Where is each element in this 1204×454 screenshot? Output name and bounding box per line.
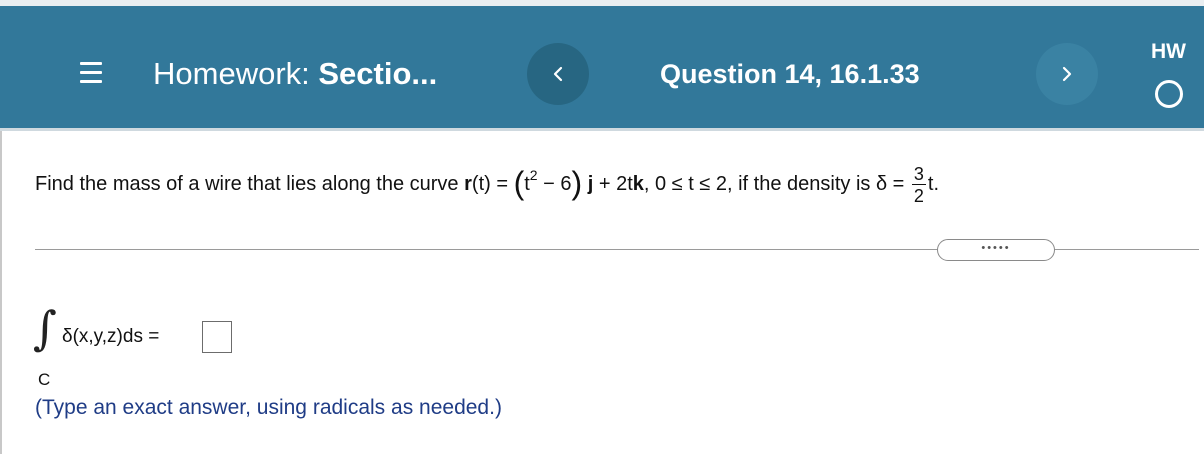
- question-segment: r: [464, 173, 472, 195]
- question-statement: Find the mass of a wire that lies along …: [35, 165, 910, 201]
- answer-hint: (Type an exact answer, using radicals as…: [35, 396, 502, 419]
- homework-title-section: Sectio...: [318, 56, 438, 91]
- more-dots: •••••: [981, 241, 1011, 254]
- integral-lower-limit: C: [38, 370, 51, 389]
- header-bar: Homework: Sectio... Question 14, 16.1.33…: [0, 6, 1204, 128]
- question-segment: − 6: [537, 173, 572, 195]
- density-suffix: t.: [927, 173, 940, 195]
- question-segment: Find the mass of a wire that lies along …: [35, 173, 465, 195]
- left-border: [0, 131, 2, 454]
- question-segment: t: [524, 173, 530, 195]
- hw-progress-circle-icon[interactable]: [1155, 80, 1183, 108]
- density-fraction: 32: [911, 164, 926, 206]
- integrand-label: δ(x,y,z)ds =: [62, 326, 160, 347]
- header-divider: [0, 128, 1204, 131]
- show-more-button[interactable]: •••••: [937, 239, 1055, 261]
- answer-input-box[interactable]: [202, 321, 232, 353]
- density-numerator: 3: [911, 164, 926, 185]
- previous-question-button[interactable]: [527, 43, 589, 105]
- hw-score-label[interactable]: HW: [1151, 40, 1186, 64]
- question-segment: 2: [529, 167, 538, 183]
- chevron-left-icon: [553, 66, 563, 82]
- next-question-button[interactable]: [1036, 43, 1098, 105]
- menu-icon[interactable]: [80, 61, 104, 85]
- chevron-right-icon: [1062, 66, 1072, 82]
- question-segment: k: [632, 173, 644, 195]
- question-text: Find the mass of a wire that lies along …: [35, 165, 939, 205]
- question-segment: (: [513, 165, 525, 201]
- integral-sign: ∫: [33, 301, 57, 355]
- question-label: Question 14, 16.1.33: [660, 59, 920, 89]
- question-segment: , 0 ≤ t ≤ 2, if the density is δ =: [643, 173, 910, 195]
- question-segment: + 2t: [593, 173, 633, 195]
- homework-title: Homework: Sectio...: [153, 56, 437, 92]
- question-segment: ): [571, 165, 583, 201]
- question-segment: (t) =: [471, 173, 514, 195]
- homework-title-prefix: Homework:: [153, 56, 319, 91]
- density-denominator: 2: [913, 186, 924, 206]
